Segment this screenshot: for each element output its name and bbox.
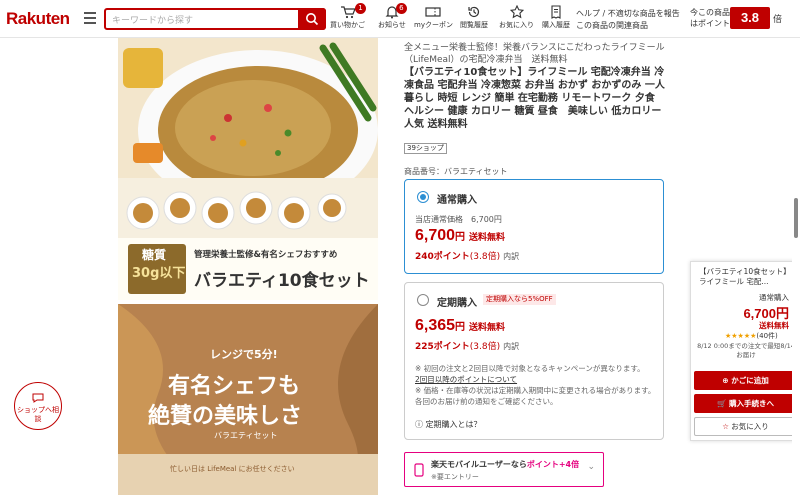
- second-points-link[interactable]: 2回目以降のポイントについて: [415, 375, 517, 384]
- search-placeholder: キーワードから探す: [112, 16, 194, 26]
- checkout-button[interactable]: 🛒 購入手続きへ: [694, 394, 797, 413]
- floating-title: 【バラエティ10食セット】ライフミール 宅配...: [699, 267, 791, 286]
- shop-contact-label: ショップへ相談: [17, 406, 59, 423]
- header-favorite[interactable]: お気に入り: [499, 5, 534, 30]
- normal-points: 240ポイント(3.8倍) 内訳: [415, 252, 520, 262]
- search-button[interactable]: [298, 8, 326, 30]
- image-headline: バラエティ10食セット: [194, 271, 370, 291]
- subscription-discount-tag: 定期購入なら5%OFF: [483, 294, 556, 305]
- history-icon: [468, 6, 480, 18]
- subscription-price: 6,365円 送料無料: [415, 317, 506, 334]
- normal-shipping: 送料無料: [469, 232, 506, 242]
- points-label: 今この商品 はポイント: [690, 8, 730, 28]
- chat-icon: [32, 393, 44, 403]
- product-description: 全メニュー栄養士監修！栄養バランスにこだわったライフミール（LifeMeal）の…: [404, 43, 665, 65]
- review-stars[interactable]: ★★★★★(40件): [725, 331, 778, 341]
- normal-price: 6,700円 送料無料: [415, 227, 506, 244]
- points-rate-unit: 倍: [773, 15, 783, 25]
- info-icon: ⓘ: [415, 420, 426, 429]
- floating-cart-box: 【バラエティ10食セット】ライフミール 宅配... 通常購入 6,700円 送料…: [690, 261, 800, 441]
- header-notice[interactable]: 6 お知らせ: [378, 3, 407, 30]
- plus-circle-icon: ⊕: [722, 376, 732, 385]
- microwave-tag: レンジで5分!: [210, 348, 278, 361]
- subscription-notes: ※ 初回の注文と2回目以降で対象となるキャンペーンが異なります。 2回目以降のポ…: [415, 364, 656, 406]
- header-cart-label: 買い物かご: [330, 21, 365, 29]
- mobile-icon: [414, 463, 424, 477]
- notice-badge: 6: [395, 3, 407, 14]
- help-links: ヘルプ / 不適切な商品を報告 この商品の関連商品: [576, 8, 680, 32]
- delivery-info: 8/12 0:00までの注文で最短8/14お届け: [697, 342, 795, 359]
- rakuten-mobile-banner[interactable]: 楽天モバイルユーザーならポイント+4倍 ※要エントリー ⌄: [404, 452, 604, 487]
- product-image-main[interactable]: 糖質 30g以下 管理栄養士監修&有名シェフおすすめ バラエティ10食セット: [118, 38, 378, 300]
- product-code: 商品番号：バラエティセット: [404, 167, 508, 176]
- cart-icon: [340, 6, 356, 19]
- radio-subscription[interactable]: [417, 294, 429, 306]
- add-to-cart-button[interactable]: ⊕ かごに追加: [694, 371, 797, 390]
- shop-contact-button[interactable]: ショップへ相談: [14, 382, 62, 430]
- header-notice-label: お知らせ: [378, 21, 406, 29]
- product-image-secondary[interactable]: レンジで5分! 有名シェフも 絶賛の美味しさ バラエティセット 忙しい日は Li…: [118, 304, 378, 495]
- review-count: (40件): [756, 332, 778, 340]
- header-purchase-label: 購入履歴: [542, 21, 570, 29]
- header-favorite-label: お気に入り: [499, 21, 534, 29]
- subscription-info-link[interactable]: ⓘ 定期購入とは？: [415, 419, 482, 430]
- points-rate-badge: 3.8: [730, 7, 770, 29]
- search-input[interactable]: キーワードから探す: [104, 8, 326, 30]
- promo-line-1: 有名シェフも: [168, 374, 301, 399]
- chevron-down-icon: ⌄: [587, 462, 595, 472]
- header-purchase[interactable]: 購入履歴: [542, 5, 570, 30]
- option-subscription-name: 定期購入: [437, 298, 477, 309]
- cart-icon-small: 🛒: [717, 399, 729, 408]
- header: Rakuten キーワードから探す 1 買い物かご 6 お知らせ myクーポン …: [0, 0, 800, 38]
- promo-line-2: 絶賛の美味しさ: [148, 404, 303, 429]
- radio-normal[interactable]: [417, 191, 429, 203]
- star-outline-icon: ☆: [722, 422, 732, 431]
- help-link[interactable]: ヘルプ / 不適切な商品を報告: [576, 8, 680, 20]
- subscription-shipping: 送料無料: [469, 322, 506, 332]
- image-caption: 管理栄養士監修&有名シェフおすすめ: [194, 250, 338, 260]
- search-icon: [306, 13, 319, 26]
- subscription-points: 225ポイント(3.8倍) 内訳: [415, 342, 520, 352]
- carb-badge-label: 糖質: [142, 248, 167, 262]
- rakuten-logo[interactable]: Rakuten: [6, 9, 70, 29]
- option-subscription[interactable]: 定期購入 定期購入なら5%OFF 6,365円 送料無料 225ポイント(3.8倍…: [404, 282, 664, 440]
- subscription-breakdown-link[interactable]: 内訳: [503, 342, 519, 351]
- option-normal-purchase[interactable]: 通常購入 当店通常価格 6,700円 6,700円 送料無料 240ポイント(3.…: [404, 179, 664, 274]
- option-normal-name: 通常購入: [437, 195, 477, 206]
- page: Rakuten キーワードから探す 1 買い物かご 6 お知らせ myクーポン …: [0, 0, 800, 495]
- star-icon: [509, 5, 524, 19]
- reference-price: 当店通常価格 6,700円: [415, 215, 502, 224]
- related-link[interactable]: この商品の関連商品: [576, 20, 680, 32]
- header-history[interactable]: 閲覧履歴: [460, 5, 488, 30]
- coupon-icon: [425, 7, 442, 17]
- scrollbar[interactable]: [792, 38, 800, 495]
- promo-ribbon: 忙しい日は LifeMeal にお任せください: [170, 465, 295, 473]
- floating-shipping: 送料無料: [759, 321, 789, 330]
- shop-tag: 39ショップ: [404, 143, 447, 154]
- receipt-icon: [551, 5, 561, 19]
- header-coupon[interactable]: myクーポン: [414, 5, 453, 30]
- product-title: 【バラエティ10食セット】ライフミール 宅配冷凍弁当 冷凍食品 宅配弁当 冷凍惣…: [404, 67, 665, 130]
- menu-icon[interactable]: [84, 12, 96, 24]
- header-coupon-label: myクーポン: [414, 21, 453, 29]
- floating-label: 通常購入: [759, 293, 789, 302]
- cart-badge: 1: [355, 3, 366, 14]
- header-cart[interactable]: 1 買い物かご: [330, 3, 366, 30]
- favorite-button[interactable]: ☆ お気に入り: [694, 417, 797, 436]
- promo-subtitle: バラエティセット: [214, 431, 278, 440]
- carb-badge-value: 30g以下: [132, 266, 186, 281]
- header-history-label: 閲覧履歴: [460, 21, 488, 29]
- normal-breakdown-link[interactable]: 内訳: [503, 252, 519, 261]
